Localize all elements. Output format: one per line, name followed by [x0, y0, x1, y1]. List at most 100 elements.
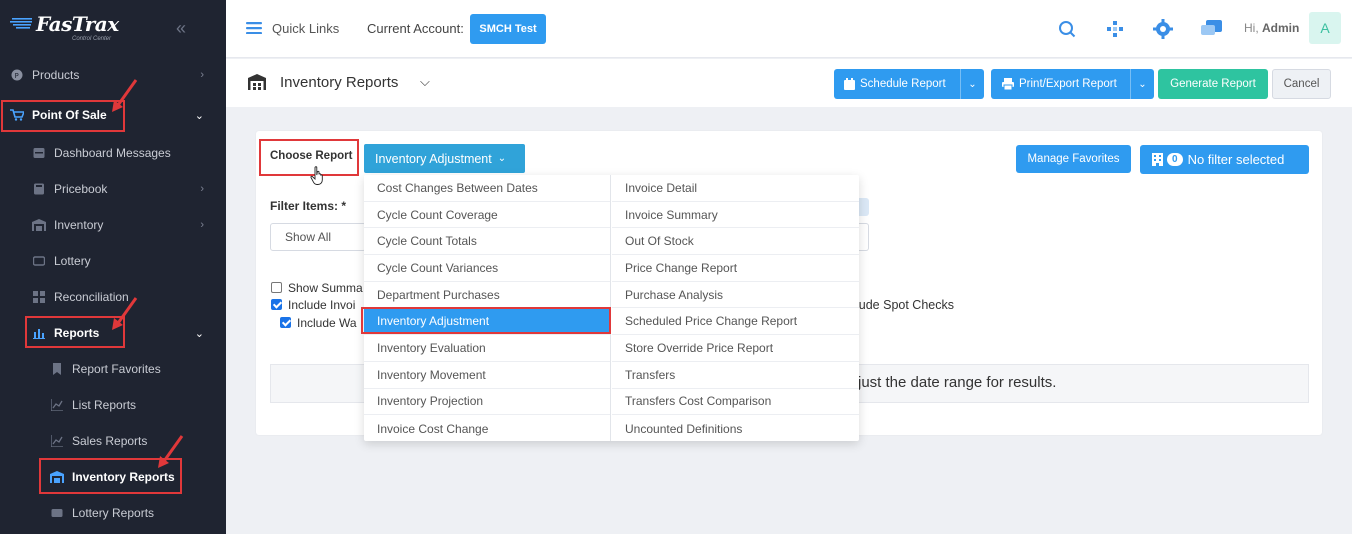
- include-warehouse-checkbox[interactable]: [280, 317, 291, 328]
- calendar-icon: [844, 78, 855, 90]
- include-invoices-label: Include Invoi: [288, 298, 356, 312]
- puzzle-icon[interactable]: [1104, 18, 1126, 40]
- sidebar-item-report-favorites[interactable]: Report Favorites: [0, 351, 226, 387]
- include-spot-checks-label: lude Spot Checks: [856, 298, 954, 312]
- sidebar-item-sales-reports[interactable]: Sales Reports: [0, 423, 226, 459]
- annotation-arrow-icon: [158, 435, 184, 468]
- greeting: Hi, Admin: [1244, 21, 1299, 35]
- generate-report-button[interactable]: Generate Report: [1158, 69, 1268, 99]
- collapse-sidebar-icon[interactable]: «: [176, 18, 186, 39]
- show-summary-label: Show Summa: [288, 281, 363, 295]
- chevron-down-icon[interactable]: ⌄: [960, 69, 984, 99]
- message-text: just the date range for results.: [858, 374, 1057, 391]
- menu-item-store-override-price-report[interactable]: Store Override Price Report: [612, 335, 859, 362]
- chevron-right-icon: ›: [200, 219, 204, 231]
- sidebar-item-label: List Reports: [72, 398, 137, 412]
- include-invoices-checkbox[interactable]: [271, 299, 282, 310]
- menu-column-right: Invoice Detail Invoice Summary Out Of St…: [612, 175, 859, 442]
- schedule-report-label: Schedule Report: [860, 78, 946, 90]
- include-warehouse-label: Include Wa: [297, 316, 357, 330]
- sidebar-item-label: Products: [32, 68, 80, 82]
- ticket-icon: [50, 506, 64, 520]
- sidebar-item-label: Lottery: [54, 254, 91, 268]
- menu-item-cycle-count-coverage[interactable]: Cycle Count Coverage: [364, 202, 610, 229]
- menu-item-out-of-stock[interactable]: Out Of Stock: [612, 228, 859, 256]
- sidebar-item-list-reports[interactable]: List Reports: [0, 387, 226, 423]
- sidebar-item-label: Dashboard Messages: [54, 146, 171, 160]
- filter-count-badge: 0: [1167, 153, 1183, 166]
- sidebar-item-dashboard-messages[interactable]: Dashboard Messages: [0, 135, 226, 171]
- avatar[interactable]: A: [1309, 12, 1341, 44]
- logo-mark-icon: [10, 18, 32, 29]
- topbar: Quick Links Current Account: SMCH Test H…: [226, 0, 1352, 58]
- brand-subtitle: Control Center: [72, 36, 112, 42]
- menu-item-inventory-evaluation[interactable]: Inventory Evaluation: [364, 335, 610, 362]
- chevron-down-icon: ⌄: [194, 327, 204, 340]
- chevron-down-icon: ⌄: [497, 153, 507, 164]
- highlight-inventory-adjustment: [361, 307, 611, 334]
- chevron-down-icon[interactable]: ⌄: [1130, 69, 1154, 99]
- page-title[interactable]: Inventory Reports: [280, 74, 398, 91]
- filter-button-label: No filter selected: [1187, 152, 1285, 167]
- greeting-text: Hi,: [1244, 21, 1259, 35]
- menu-item-cost-changes-between-dates[interactable]: Cost Changes Between Dates: [364, 175, 610, 202]
- menu-item-cycle-count-totals[interactable]: Cycle Count Totals: [364, 228, 610, 256]
- menu-item-uncounted-definitions[interactable]: Uncounted Definitions: [612, 415, 859, 442]
- line-chart-icon: [50, 398, 64, 412]
- sidebar-item-label: Inventory: [54, 218, 104, 232]
- menu-item-transfers[interactable]: Transfers: [612, 362, 859, 389]
- print-export-label: Print/Export Report: [1019, 78, 1117, 90]
- menu-item-cycle-count-variances[interactable]: Cycle Count Variances: [364, 255, 610, 282]
- menu-icon[interactable]: [246, 22, 262, 34]
- annotation-arrow-icon: [112, 297, 138, 330]
- printer-icon: [1002, 78, 1014, 90]
- sidebar-item-lottery-reports[interactable]: Lottery Reports: [0, 495, 226, 531]
- line-chart-icon: [50, 434, 64, 448]
- sidebar-item-label: Lottery Reports: [72, 506, 155, 520]
- report-dropdown[interactable]: Inventory Adjustment ⌄: [364, 144, 525, 173]
- menu-item-invoice-cost-change[interactable]: Invoice Cost Change: [364, 415, 610, 442]
- chevron-right-icon: ›: [200, 69, 204, 81]
- sidebar-item-label: Pricebook: [54, 182, 108, 196]
- menu-item-invoice-summary[interactable]: Invoice Summary: [612, 202, 859, 229]
- menu-item-scheduled-price-change-report[interactable]: Scheduled Price Change Report: [612, 308, 859, 336]
- search-icon[interactable]: [1056, 18, 1078, 40]
- hand-cursor-icon: [310, 166, 323, 185]
- gear-icon[interactable]: [1152, 18, 1174, 40]
- report-dropdown-label: Inventory Adjustment: [375, 151, 492, 166]
- warehouse-icon: [248, 74, 266, 90]
- svg-text:P: P: [15, 72, 19, 80]
- chevron-down-icon[interactable]: ⌵: [420, 74, 430, 90]
- inbox-icon: [32, 146, 46, 160]
- sidebar-item-label: Sales Reports: [72, 434, 148, 448]
- building-icon: [1152, 153, 1163, 166]
- fastrax-logo[interactable]: FasTrax Control Center: [10, 12, 130, 46]
- menu-item-transfers-cost-comparison[interactable]: Transfers Cost Comparison: [612, 389, 859, 416]
- filter-items-label: Filter Items: *: [270, 199, 347, 213]
- ticket-icon: [32, 254, 46, 268]
- manage-favorites-button[interactable]: Manage Favorites: [1016, 145, 1131, 173]
- sidebar-item-pricebook[interactable]: Pricebook ›: [0, 171, 226, 207]
- user-name: Admin: [1262, 21, 1300, 35]
- menu-item-purchase-analysis[interactable]: Purchase Analysis: [612, 282, 859, 309]
- menu-item-inventory-projection[interactable]: Inventory Projection: [364, 389, 610, 416]
- filter-button[interactable]: 0 No filter selected: [1140, 145, 1309, 174]
- menu-item-price-change-report[interactable]: Price Change Report: [612, 255, 859, 282]
- show-summary-checkbox[interactable]: [271, 282, 282, 293]
- highlight-choose-report: [259, 139, 359, 176]
- cancel-button[interactable]: Cancel: [1272, 69, 1331, 99]
- schedule-report-button[interactable]: Schedule Report ⌄: [834, 69, 984, 99]
- filter-items-select[interactable]: Show All: [270, 223, 366, 251]
- menu-item-inventory-movement[interactable]: Inventory Movement: [364, 362, 610, 389]
- account-selector-button[interactable]: SMCH Test: [470, 14, 546, 44]
- brand-name: FasTrax: [36, 12, 119, 36]
- sidebar-item-lottery[interactable]: Lottery: [0, 243, 226, 279]
- page-header: Inventory Reports ⌵ Schedule Report ⌄ Pr…: [226, 59, 1352, 107]
- sidebar-item-label: Report Favorites: [72, 362, 161, 376]
- chat-icon[interactable]: [1201, 18, 1223, 40]
- sidebar-item-inventory[interactable]: Inventory ›: [0, 207, 226, 243]
- print-export-button[interactable]: Print/Export Report ⌄: [991, 69, 1154, 99]
- quick-links-link[interactable]: Quick Links: [272, 21, 339, 36]
- menu-item-department-purchases[interactable]: Department Purchases: [364, 282, 610, 309]
- menu-item-invoice-detail[interactable]: Invoice Detail: [612, 175, 859, 202]
